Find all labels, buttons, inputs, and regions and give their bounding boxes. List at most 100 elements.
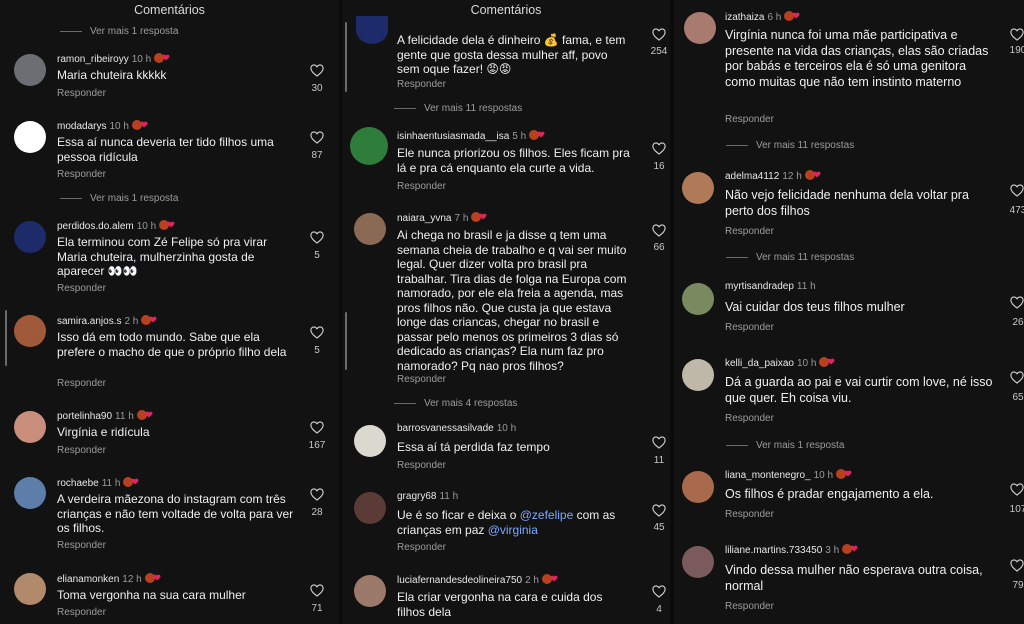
view-replies-button[interactable]: Ver mais 1 resposta	[60, 26, 178, 37]
reply-button[interactable]: Responder	[725, 114, 774, 125]
emoji-badge-icon	[131, 120, 148, 130]
reply-thread-line	[5, 310, 7, 366]
comment-header: myrtisandradep 11 h	[725, 281, 816, 292]
avatar[interactable]	[14, 54, 46, 86]
comment-text: Ele nunca priorizou os filhos. Eles fica…	[397, 146, 630, 175]
avatar[interactable]	[14, 121, 46, 153]
username[interactable]: liana_montenegro_	[725, 470, 811, 481]
emoji-badge-icon	[804, 170, 821, 180]
avatar[interactable]	[356, 16, 388, 44]
avatar[interactable]	[684, 12, 716, 44]
username[interactable]: rochaebe	[57, 478, 99, 489]
reply-button[interactable]: Responder	[397, 181, 446, 192]
reply-button[interactable]: Responder	[57, 88, 106, 99]
avatar[interactable]	[682, 546, 714, 578]
username[interactable]: elianamonken	[57, 574, 119, 585]
reply-button[interactable]: Responder	[725, 509, 774, 520]
like-heart-icon[interactable]	[1010, 483, 1024, 496]
username[interactable]: barrosvanessasilvade	[397, 423, 494, 434]
avatar[interactable]	[14, 573, 46, 605]
like-heart-icon[interactable]	[1010, 559, 1024, 572]
comment-text: Ela criar vergonha na cara e cuida dos f…	[397, 590, 603, 619]
username[interactable]: portelinha90	[57, 411, 112, 422]
like-heart-icon[interactable]	[652, 28, 666, 41]
avatar[interactable]	[354, 575, 386, 607]
avatar[interactable]	[14, 221, 46, 253]
like-heart-icon[interactable]	[310, 488, 324, 501]
like-count: 107	[1009, 504, 1024, 515]
username[interactable]: modadarys	[57, 121, 106, 132]
avatar[interactable]	[354, 425, 386, 457]
reply-button[interactable]: Responder	[725, 413, 774, 424]
username[interactable]: ramon_ribeiroyy	[57, 54, 129, 65]
view-replies-button[interactable]: Ver mais 11 respostas	[394, 103, 522, 114]
avatar[interactable]	[354, 492, 386, 524]
view-replies-button[interactable]: Ver mais 4 respostas	[394, 398, 517, 409]
like-heart-icon[interactable]	[652, 436, 666, 449]
username[interactable]: izathaiza	[725, 12, 764, 23]
comment-text: Isso dá em todo mundo. Sabe que ela pref…	[57, 330, 287, 359]
like-heart-icon[interactable]	[310, 64, 324, 77]
username[interactable]: liliane.martins.733450	[725, 545, 822, 556]
view-replies-button[interactable]: Ver mais 1 resposta	[60, 193, 178, 204]
avatar[interactable]	[14, 477, 46, 509]
like-heart-icon[interactable]	[1010, 28, 1024, 41]
reply-button[interactable]: Responder	[397, 79, 446, 90]
emoji-badge-icon	[836, 469, 852, 479]
username[interactable]: samira.anjos.s	[57, 316, 121, 327]
like-heart-icon[interactable]	[652, 585, 666, 598]
view-replies-button[interactable]: Ver mais 11 respostas	[726, 140, 854, 151]
reply-button[interactable]: Responder	[57, 540, 106, 551]
like-heart-icon[interactable]	[310, 421, 324, 434]
username[interactable]: luciafernandesdeolineira750	[397, 575, 522, 586]
avatar[interactable]	[354, 213, 386, 245]
like-heart-icon[interactable]	[310, 231, 324, 244]
comment-text: A verdeira mãezona do instagram com três…	[57, 492, 294, 535]
avatar[interactable]	[682, 471, 714, 503]
emoji-badge-icon	[529, 130, 545, 140]
avatar[interactable]	[682, 172, 714, 204]
username[interactable]: kelli_da_paixao	[725, 358, 794, 369]
mention-link[interactable]: @virginia	[488, 523, 538, 537]
panel-title: Comentários	[470, 3, 542, 17]
like-heart-icon[interactable]	[652, 224, 666, 237]
username[interactable]: myrtisandradep	[725, 281, 794, 292]
view-replies-button[interactable]: Ver mais 1 resposta	[726, 440, 844, 451]
emoji-badge-icon	[784, 11, 800, 21]
view-replies-button[interactable]: Ver mais 11 respostas	[726, 252, 854, 263]
like-heart-icon[interactable]	[652, 142, 666, 155]
like-heart-icon[interactable]	[310, 326, 324, 339]
avatar[interactable]	[350, 127, 388, 165]
avatar[interactable]	[682, 359, 714, 391]
like-heart-icon[interactable]	[310, 131, 324, 144]
username[interactable]: isinhaentusiasmada__isa	[397, 131, 509, 142]
reply-button[interactable]: Responder	[57, 283, 106, 294]
reply-button[interactable]: Responder	[397, 460, 446, 471]
reply-button[interactable]: Responder	[725, 322, 774, 333]
reply-button[interactable]: Responder	[725, 601, 774, 612]
reply-button[interactable]: Responder	[397, 542, 446, 553]
reply-button[interactable]: Responder	[57, 445, 106, 456]
mention-link[interactable]: @zefelipe	[520, 508, 574, 522]
reply-button[interactable]: Responder	[57, 169, 106, 180]
avatar[interactable]	[14, 411, 46, 443]
like-heart-icon[interactable]	[1010, 184, 1024, 197]
like-heart-icon[interactable]	[1010, 296, 1024, 309]
reply-button[interactable]: Responder	[57, 607, 106, 618]
comment-header: luciafernandesdeolineira750 2 h	[397, 573, 562, 586]
avatar[interactable]	[14, 315, 46, 347]
username[interactable]: perdidos.do.alem	[57, 221, 134, 232]
like-heart-icon[interactable]	[310, 584, 324, 597]
comment-text: A felicidade dela é dinheiro 💰 fama, e t…	[397, 33, 626, 76]
reply-button[interactable]: Responder	[57, 378, 106, 389]
reply-button[interactable]: Responder	[725, 226, 774, 237]
timestamp: 11 h	[796, 281, 816, 292]
reply-button[interactable]: Responder	[397, 374, 446, 385]
username[interactable]: naiara_yvna	[397, 213, 451, 224]
timestamp: 2 h	[525, 575, 539, 586]
like-heart-icon[interactable]	[652, 504, 666, 517]
username[interactable]: gragry68	[397, 491, 436, 502]
like-heart-icon[interactable]	[1010, 371, 1024, 384]
avatar[interactable]	[682, 283, 714, 315]
username[interactable]: adelma4112	[725, 171, 779, 182]
